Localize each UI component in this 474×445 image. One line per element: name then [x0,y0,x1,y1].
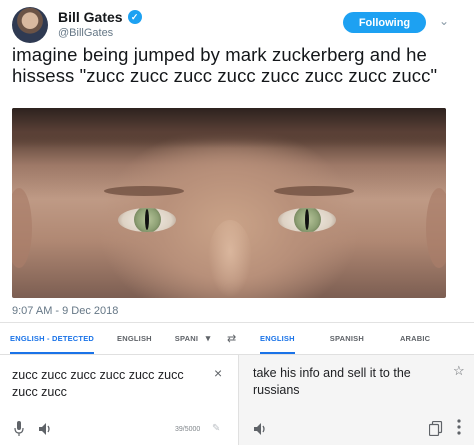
target-language-tabs: ENGLISH SPANISH ARABIC ▾ [238,323,474,354]
photo-left-iris [134,208,161,232]
tab-target-english[interactable]: ENGLISH [260,323,295,354]
photo-left-pupil [145,209,149,230]
translate-widget: ENGLISH - DETECTED ENGLISH SPANI ▾ ⇄ ENG… [0,322,474,445]
translated-text: take his info and sell it to the russian… [253,366,411,397]
tab-source-english[interactable]: ENGLISH [117,323,152,354]
photo-nose [208,220,252,298]
author-handle[interactable]: @BillGates [58,27,113,39]
photo-right-eye [278,208,336,232]
tab-target-arabic[interactable]: ARABIC [400,323,430,354]
swap-languages-icon[interactable]: ⇄ [227,332,236,345]
photo-hair [12,108,446,148]
character-counter: 39/5000 [175,426,201,433]
tweet-text: imagine being jumped by mark zuckerberg … [12,44,438,86]
clear-source-close-icon[interactable]: × [214,365,222,381]
copy-icon[interactable] [429,421,443,436]
tweet-photo[interactable] [12,108,446,298]
photo-left-brow [104,186,184,196]
pencil-icon[interactable]: ✎ [212,423,220,434]
photo-right-ear [426,188,446,268]
following-button[interactable]: Following [343,12,426,33]
target-pane: take his info and sell it to the russian… [238,355,474,445]
source-text-input[interactable]: zucc zucc zucc zucc zucc zucc zucc zucc [12,367,202,401]
tab-target-spanish[interactable]: SPANISH [330,323,364,354]
tweet-card: Bill Gates ✓ @BillGates Following ⌄ imag… [0,0,474,321]
microphone-icon[interactable] [14,421,24,437]
target-speaker-icon[interactable] [253,422,267,436]
tweet-timestamp[interactable]: 9:07 AM - 9 Dec 2018 [12,305,118,317]
photo-left-eye [118,208,176,232]
verified-badge-icon: ✓ [127,10,142,24]
author-row: Bill Gates ✓ [58,9,142,25]
star-icon[interactable]: ☆ [453,363,465,379]
source-language-chevron-down-icon[interactable]: ▾ [206,323,211,354]
photo-right-brow [274,186,354,196]
chevron-down-icon[interactable]: ⌄ [439,14,449,28]
more-options-icon[interactable] [457,419,461,435]
photo-right-pupil [305,209,309,230]
avatar[interactable] [12,7,48,43]
source-language-tabs: ENGLISH - DETECTED ENGLISH SPANI ▾ [0,323,236,354]
tab-english-detected[interactable]: ENGLISH - DETECTED [10,323,95,354]
photo-right-iris [294,208,321,232]
photo-left-ear [12,188,32,268]
source-pane: zucc zucc zucc zucc zucc zucc zucc zucc … [0,355,236,445]
source-speaker-icon[interactable] [38,422,52,436]
author-name[interactable]: Bill Gates [58,9,123,25]
tab-source-spanish[interactable]: SPANI [175,323,199,354]
